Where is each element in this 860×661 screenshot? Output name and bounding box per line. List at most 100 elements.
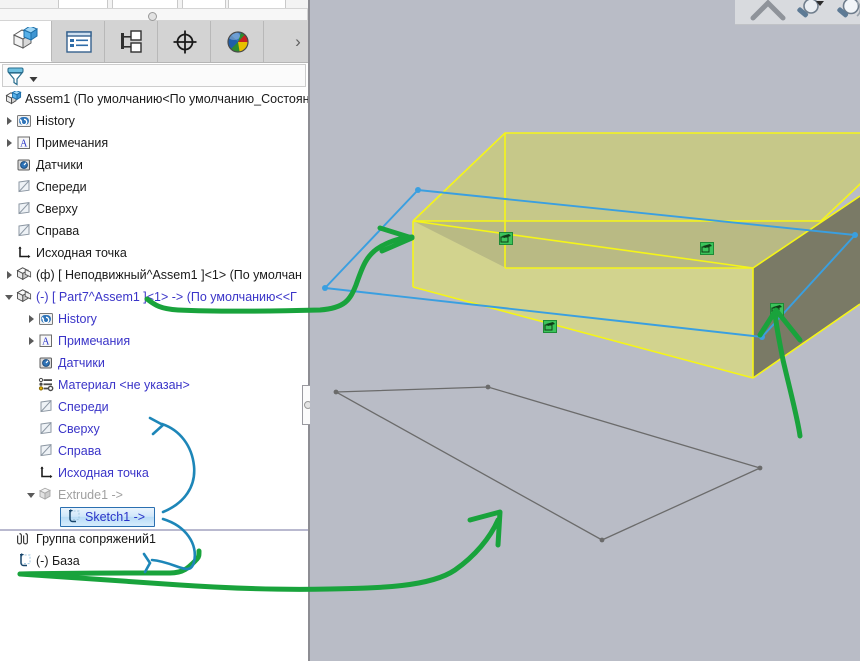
tree-item-content: Спереди (16, 179, 87, 195)
tree-item-label: Спереди (58, 400, 109, 414)
top-tab-segment[interactable] (228, 0, 286, 8)
extrude-icon (38, 487, 55, 503)
tree-item-content: History (16, 113, 75, 129)
tree-item-label: Материал <не указан> (58, 378, 190, 392)
tab-overflow-button[interactable]: › (286, 21, 310, 62)
twisty-closed-icon[interactable] (5, 116, 16, 127)
filter-funnel-icon (7, 67, 24, 86)
twisty-placeholder (5, 534, 16, 545)
top-tab-segment[interactable] (58, 0, 108, 8)
tree-item-row[interactable]: History (0, 308, 310, 330)
tree-item-row[interactable]: Датчики (0, 154, 310, 176)
top-tab-segment[interactable] (112, 0, 178, 8)
tree-root-row[interactable]: Assem1 (По умолчанию<По умолчанию_Состоя… (0, 88, 310, 110)
tree-item-row[interactable]: Исходная точка (0, 242, 310, 264)
plane-icon (38, 443, 55, 459)
tree-item-label: Сверху (36, 202, 78, 216)
tree-item-row[interactable]: Сверху (0, 198, 310, 220)
svg-text:A: A (42, 336, 50, 347)
tree-item-content: (ф) [ Неподвижный^Assem1 ]<1> (По умолча… (16, 267, 302, 283)
tree-item-content: (-) База (16, 553, 80, 569)
tree-item-row[interactable]: (-) База (0, 550, 310, 572)
tree-item-content: Сверху (38, 421, 100, 437)
selected-tree-item[interactable]: Sketch1 -> (60, 507, 156, 527)
tree-item-row[interactable]: Extrude1 -> (0, 484, 310, 506)
tree-item-label: Справа (36, 224, 80, 238)
tree-item-row[interactable]: A Примечания (0, 330, 310, 352)
sketch-relation-icon[interactable] (499, 232, 513, 245)
panel-horizontal-splitter[interactable] (0, 8, 308, 21)
twisty-placeholder (27, 446, 38, 457)
twisty-closed-icon[interactable] (27, 314, 38, 325)
tree-root-label: Assem1 (По умолчанию<По умолчанию_Состоя… (25, 92, 310, 106)
feature-tree-panel[interactable]: Assem1 (По умолчанию<По умолчанию_Состоя… (0, 88, 310, 661)
tab-configuration-manager[interactable] (106, 21, 158, 62)
plane-icon (16, 201, 33, 217)
tree-item-row[interactable]: Группа сопряжений1 (0, 528, 310, 550)
tree-item-content: Сверху (16, 201, 78, 217)
tree-item-row[interactable]: Сверху (0, 418, 310, 440)
property-list-icon (65, 30, 92, 53)
twisty-open-icon[interactable] (27, 490, 38, 501)
sketch-relation-icon[interactable] (543, 320, 557, 333)
tree-item-label: Сверху (58, 422, 100, 436)
cad-application-window: › Assem1 (По умолчанию<По умолчанию_Сост… (0, 0, 860, 661)
zoom-to-fit-icon (797, 0, 824, 18)
tree-item-row[interactable]: Справа (0, 440, 310, 462)
tree-item-row[interactable]: A Примечания (0, 132, 310, 154)
tree-item-row[interactable]: Справа (0, 220, 310, 242)
tree-item-content: Материал <не указан> (38, 377, 190, 393)
twisty-open-icon[interactable] (5, 292, 16, 303)
twisty-placeholder (27, 468, 38, 479)
tree-item-label: Исходная точка (58, 466, 149, 480)
manager-tab-bar: › (0, 21, 310, 63)
tab-property-manager[interactable] (53, 21, 105, 62)
tree-item-row[interactable]: Исходная точка (0, 462, 310, 484)
chevron-up-icon (750, 0, 786, 21)
tree-item-row[interactable]: (-) [ Part7^Assem1 ]<1> -> (По умолчанию… (0, 286, 310, 308)
tree-item-row[interactable]: Датчики (0, 352, 310, 374)
part-icon (16, 267, 33, 283)
tree-item-label: Группа сопряжений1 (36, 532, 156, 546)
twisty-closed-icon[interactable] (5, 270, 16, 281)
plane-icon (38, 399, 55, 415)
twisty-placeholder (27, 402, 38, 413)
tree-item-content: Датчики (16, 157, 83, 173)
tree-item-label: Спереди (36, 180, 87, 194)
tree-item-row[interactable]: Спереди (0, 396, 310, 418)
top-tab-segment[interactable] (182, 0, 226, 8)
tree-rows-container: History A Примечания Датчики Спереди Сверху Сп… (0, 110, 310, 572)
tree-item-content: (-) [ Part7^Assem1 ]<1> -> (По умолчанию… (16, 289, 297, 305)
tree-item-row[interactable]: Спереди (0, 176, 310, 198)
tab-dimxpert-manager[interactable] (159, 21, 211, 62)
twisty-placeholder (49, 512, 60, 523)
origin-icon (16, 245, 33, 261)
chevron-down-icon[interactable] (29, 76, 38, 83)
twisty-closed-icon[interactable] (27, 336, 38, 347)
twisty-placeholder (27, 424, 38, 435)
history-icon (16, 113, 33, 129)
tree-item-row[interactable]: Материал <не указан> (0, 374, 310, 396)
twisty-placeholder (5, 226, 16, 237)
tree-item-content: Справа (16, 223, 79, 239)
reference-plane-vertices (333, 384, 763, 543)
twisty-placeholder (5, 160, 16, 171)
tree-item-label: (-) [ Part7^Assem1 ]<1> -> (По умолчанию… (36, 290, 297, 304)
color-sphere-icon (226, 30, 249, 53)
twisty-closed-icon[interactable] (5, 138, 16, 149)
sketch-relation-icon[interactable] (770, 303, 784, 316)
tree-item-row[interactable]: (ф) [ Неподвижный^Assem1 ]<1> (По умолча… (0, 264, 310, 286)
sketch-icon (65, 509, 82, 525)
model-3d-render (322, 132, 860, 543)
tree-item-row[interactable]: Sketch1 -> (0, 506, 310, 528)
graphics-viewport[interactable] (310, 0, 860, 661)
assembly-icon (5, 90, 22, 107)
tree-item-content: Датчики (38, 355, 105, 371)
tab-display-manager[interactable] (212, 21, 264, 62)
tab-feature-manager[interactable] (0, 21, 52, 62)
sketch-relation-icon[interactable] (700, 242, 714, 255)
plane-icon (38, 421, 55, 437)
tree-item-row[interactable]: History (0, 110, 310, 132)
tree-filter-bar[interactable] (2, 64, 306, 87)
part-icon (16, 289, 33, 305)
